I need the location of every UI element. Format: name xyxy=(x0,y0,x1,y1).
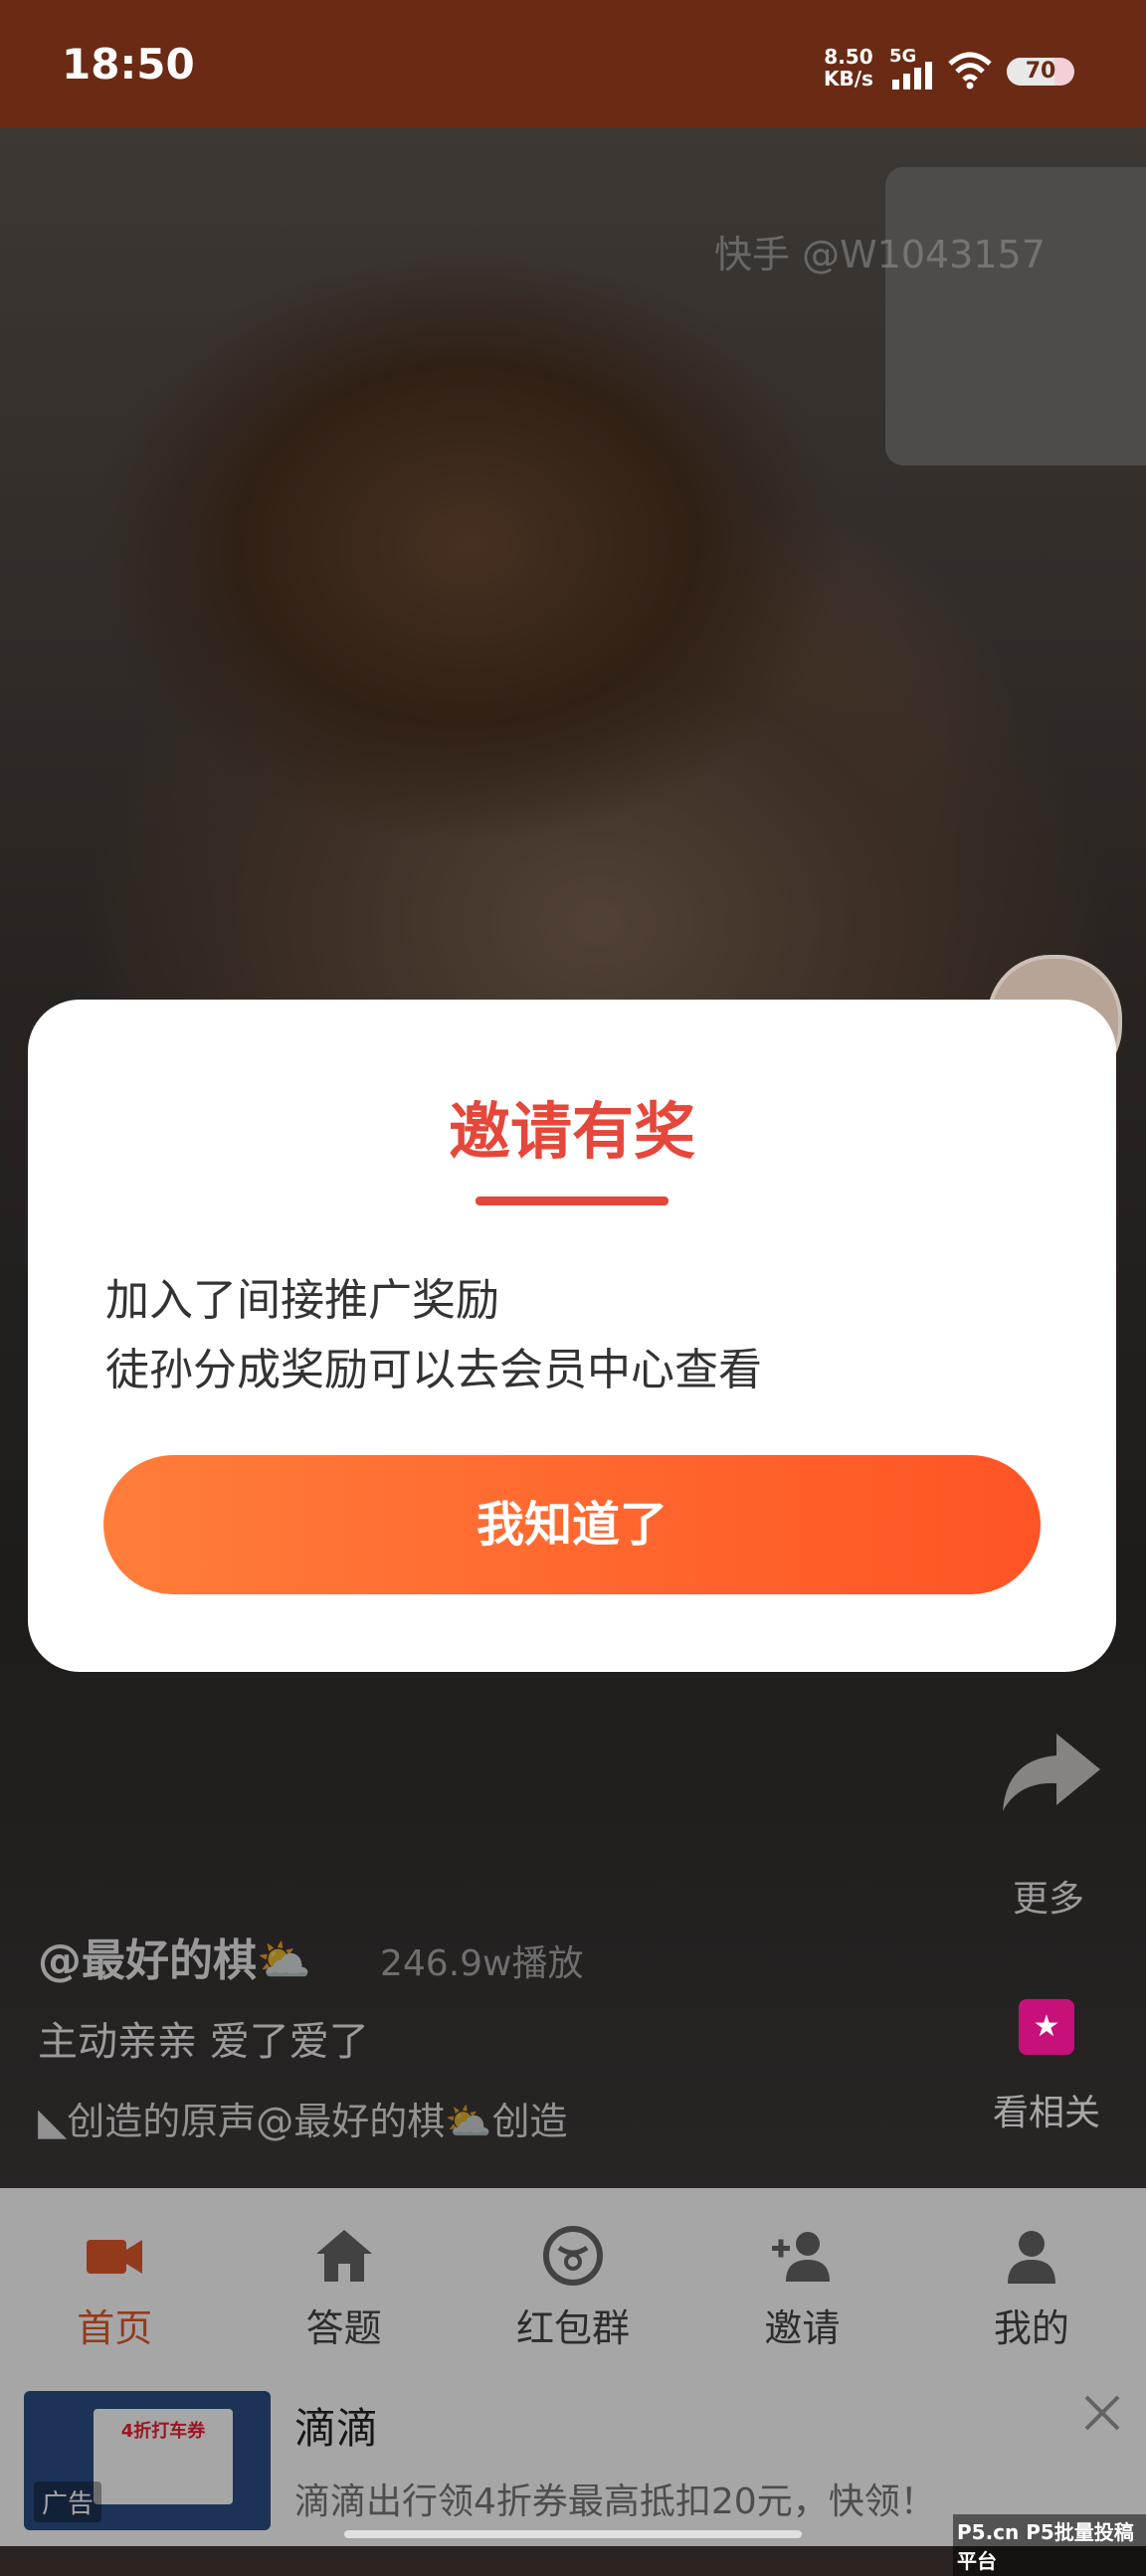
related-label[interactable]: 看相关 xyxy=(993,2084,1100,2135)
dialog-message-line2: 徒孙分成奖励可以去会员中心查看 xyxy=(105,1345,762,1395)
play-count: 246.9w播放 xyxy=(380,1943,584,1984)
related-star-icon[interactable]: ★ xyxy=(1019,1999,1074,2055)
dialog-title: 邀请有奖 xyxy=(448,1095,695,1168)
home-indicator[interactable] xyxy=(344,2530,802,2538)
share-icon[interactable] xyxy=(997,1726,1106,1815)
battery-icon: 70 xyxy=(1007,58,1074,86)
video-caption: 主动亲亲 爱了爱了 xyxy=(38,2019,369,2065)
wifi-icon xyxy=(948,52,992,90)
dialog-message-line1: 加入了间接推广奖励 xyxy=(105,1275,499,1326)
music-marquee[interactable]: ◣创造的原声@最好的棋⛅创造 xyxy=(38,2091,655,2145)
status-bar: 18:50 8.50 KB/s 5G 70 xyxy=(0,0,1146,127)
network-speed-value: 8.50 xyxy=(824,45,873,69)
network-speed-unit: KB/s xyxy=(824,67,873,91)
status-time: 18:50 xyxy=(62,40,195,89)
confirm-button[interactable]: 我知道了 xyxy=(103,1455,1041,1594)
music-text: 创造的原声@最好的棋⛅创造 xyxy=(67,2100,568,2143)
invite-reward-dialog: 邀请有奖 加入了间接推广奖励 徒孙分成奖励可以去会员中心查看 我知道了 xyxy=(28,1000,1116,1672)
title-underline xyxy=(476,1196,668,1205)
more-label[interactable]: 更多 xyxy=(1013,1870,1084,1922)
video-author[interactable]: @最好的棋⛅ xyxy=(38,1925,311,1988)
network-speed: 8.50 KB/s xyxy=(824,46,873,90)
battery-level: 70 xyxy=(1025,59,1056,84)
bottom-nav-overlay xyxy=(0,2188,1146,2363)
cellular-signal-icon xyxy=(892,62,932,90)
corner-watermark: P5.cn P5批量投稿平台 xyxy=(953,2514,1146,2576)
